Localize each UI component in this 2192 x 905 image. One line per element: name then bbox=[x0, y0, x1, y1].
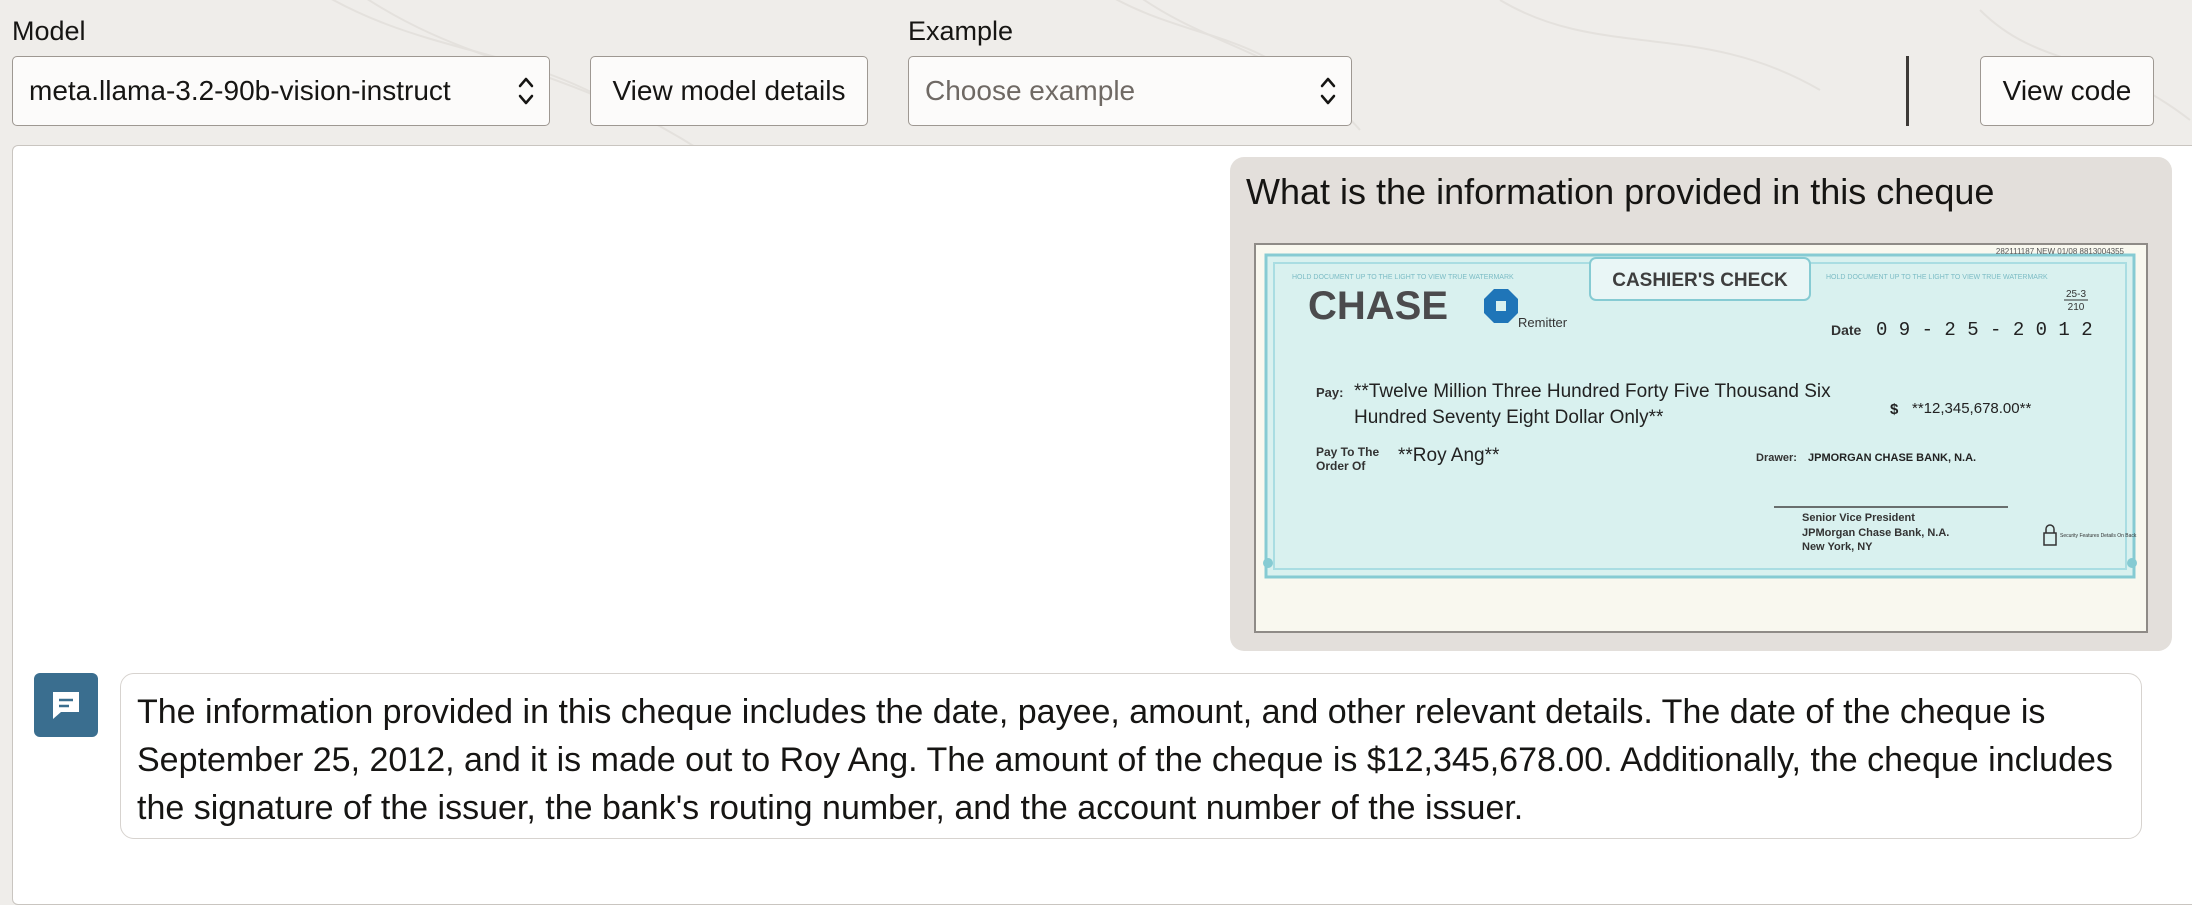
cheque-date-value: 0 9 - 2 5 - 2 0 1 2 bbox=[1876, 319, 2093, 341]
chat-bubble-icon bbox=[53, 692, 79, 719]
cheque-pay-label: Pay: bbox=[1316, 385, 1343, 400]
cheque-amount-numeric: **12,345,678.00** bbox=[1912, 400, 2031, 417]
cheque-security-text: Security Features Details On Back bbox=[2060, 533, 2137, 539]
model-label: Model bbox=[12, 16, 86, 46]
cheque-image: HOLD DOCUMENT UP TO THE LIGHT TO VIEW TR… bbox=[1254, 243, 2148, 633]
assistant-avatar bbox=[34, 673, 98, 737]
example-label: Example bbox=[908, 16, 1014, 46]
cheque-amount-words-line2: Hundred Seventy Eight Dollar Only** bbox=[1354, 407, 1664, 428]
view-model-details-button[interactable]: View model details bbox=[590, 56, 868, 126]
model-select[interactable]: meta.llama-3.2-90b-vision-instruct bbox=[12, 56, 550, 126]
view-code-button[interactable]: View code bbox=[1980, 56, 2154, 126]
chase-octagon-logo-icon bbox=[1484, 289, 1518, 323]
cheque-border-text-left: HOLD DOCUMENT UP TO THE LIGHT TO VIEW TR… bbox=[1292, 274, 1514, 281]
chase-logo-text: CHASE bbox=[1308, 284, 1448, 328]
cheque-signer-city: New York, NY bbox=[1802, 541, 1873, 553]
model-select-value: meta.llama-3.2-90b-vision-instruct bbox=[29, 75, 451, 106]
cheque-fraction-top: 25-3 bbox=[2066, 289, 2086, 300]
toolbar-divider bbox=[1906, 56, 1909, 126]
cheque-payee: **Roy Ang** bbox=[1398, 445, 1500, 466]
cheque-drawer-label: Drawer: bbox=[1756, 452, 1797, 464]
user-message-text: What is the information provided in this… bbox=[1246, 171, 1995, 212]
cheque-illustration: HOLD DOCUMENT UP TO THE LIGHT TO VIEW TR… bbox=[1256, 245, 2146, 631]
assistant-message-text: The information provided in this cheque … bbox=[137, 693, 2113, 827]
cheque-date-label: Date bbox=[1831, 322, 1862, 338]
cheque-drawer-value: JPMORGAN CHASE BANK, N.A. bbox=[1808, 452, 1976, 464]
cheque-signer-bank: JPMorgan Chase Bank, N.A. bbox=[1802, 527, 1949, 539]
assistant-message-bubble: The information provided in this cheque … bbox=[120, 673, 2142, 839]
chevron-up-down-icon bbox=[518, 77, 534, 105]
cheque-signer-title: Senior Vice President bbox=[1802, 512, 1915, 524]
cheque-dollar-sign: $ bbox=[1890, 401, 1899, 418]
cheque-fraction-bottom: 210 bbox=[2068, 302, 2085, 313]
cheque-pay-to-label-1: Pay To The bbox=[1316, 445, 1379, 459]
user-message-bubble: What is the information provided in this… bbox=[1230, 157, 2172, 651]
cheque-pay-to-label-2: Order Of bbox=[1316, 459, 1366, 473]
example-select-placeholder: Choose example bbox=[925, 75, 1136, 106]
cheque-border-text-right: HOLD DOCUMENT UP TO THE LIGHT TO VIEW TR… bbox=[1826, 274, 2048, 281]
example-select[interactable]: Choose example bbox=[908, 56, 1352, 126]
cheque-remitter-label: Remitter bbox=[1518, 315, 1568, 330]
cheque-title: CASHIER'S CHECK bbox=[1612, 270, 1788, 291]
chevron-up-down-icon bbox=[1320, 77, 1336, 105]
cheque-serial: 282111187 NEW 01/08 8813004355 bbox=[1996, 247, 2125, 256]
cheque-amount-words-line1: **Twelve Million Three Hundred Forty Fiv… bbox=[1354, 381, 1831, 402]
